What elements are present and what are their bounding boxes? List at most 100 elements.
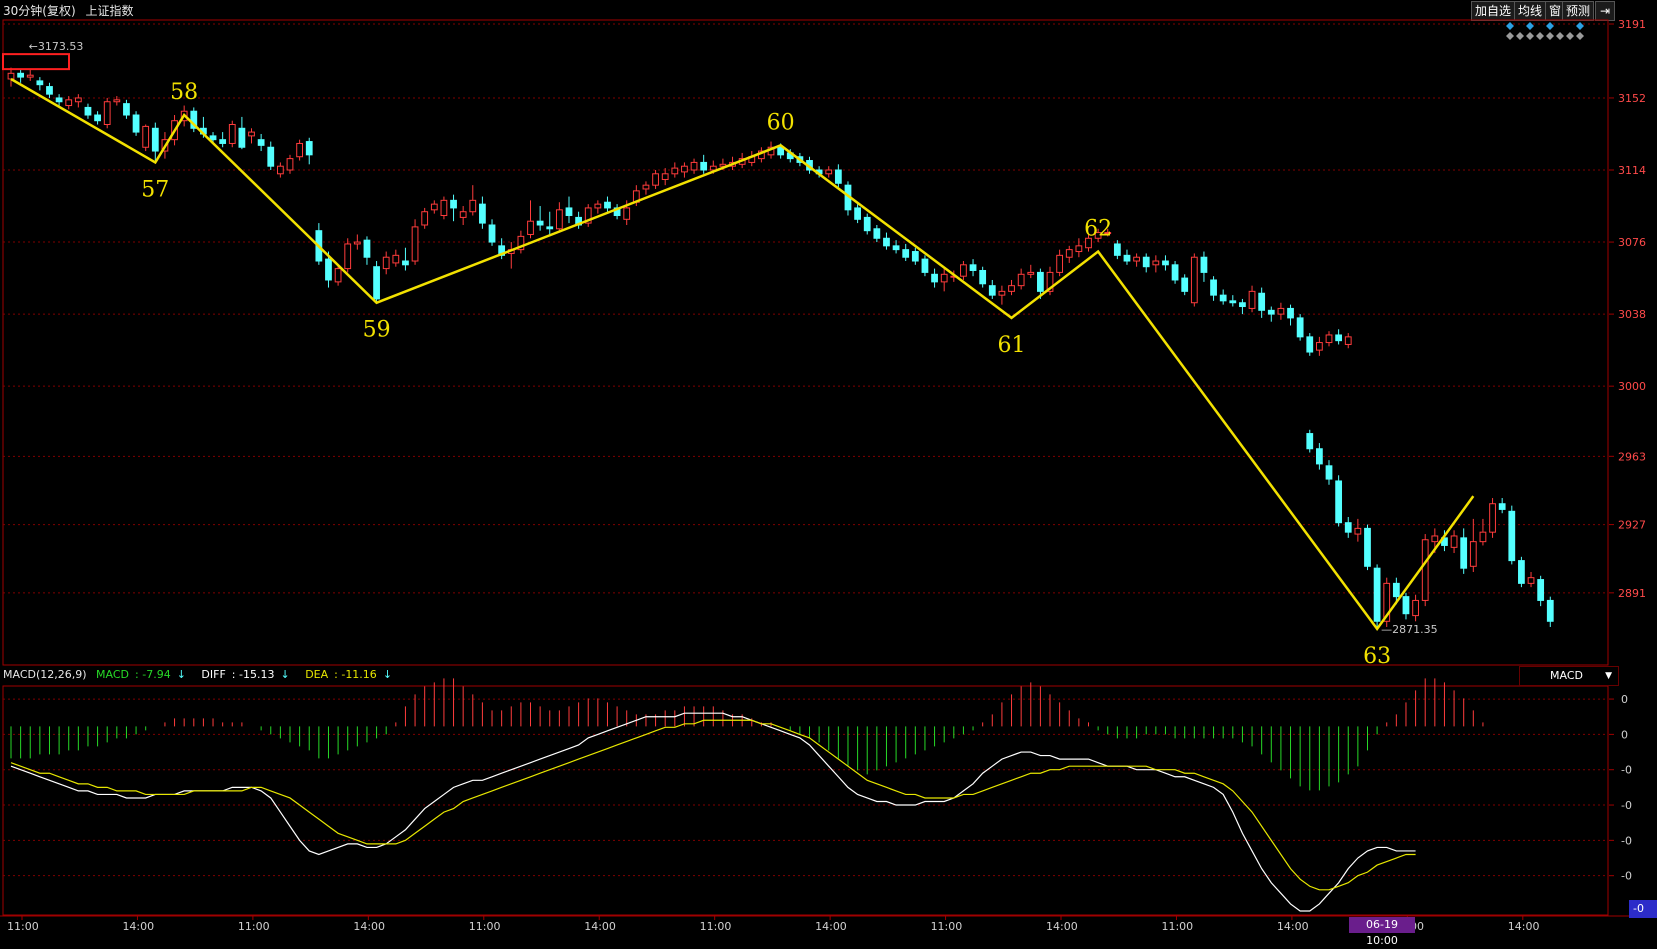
candle-body[interactable]	[84, 106, 92, 116]
candle-body[interactable]	[623, 207, 631, 220]
candle-body[interactable]	[363, 239, 371, 258]
candle-body[interactable]	[1537, 579, 1545, 601]
candle-body[interactable]	[700, 161, 708, 171]
candle-body[interactable]	[1315, 342, 1323, 351]
candle-body[interactable]	[1344, 522, 1352, 533]
candle-body[interactable]	[555, 209, 563, 230]
candle-body[interactable]	[267, 146, 275, 167]
candle-body[interactable]	[459, 211, 467, 218]
candle-body[interactable]	[1065, 249, 1073, 258]
candle-body[interactable]	[1277, 307, 1285, 315]
candle-body[interactable]	[1431, 535, 1439, 543]
candle-body[interactable]	[931, 273, 938, 283]
candle-body[interactable]	[296, 142, 304, 158]
candle-body[interactable]	[1152, 260, 1160, 266]
candle-body[interactable]	[46, 86, 53, 95]
candle-body[interactable]	[1335, 480, 1343, 524]
candle-body[interactable]	[681, 165, 688, 173]
candle-body[interactable]	[1518, 560, 1525, 584]
candle-body[interactable]	[1315, 448, 1323, 465]
candle-body[interactable]	[1200, 256, 1208, 273]
candle-body[interactable]	[1008, 285, 1015, 292]
candle-body[interactable]	[276, 165, 284, 175]
candle-body[interactable]	[65, 99, 73, 107]
candle-body[interactable]	[979, 269, 987, 285]
candle-body[interactable]	[209, 135, 217, 141]
candle-body[interactable]	[344, 243, 352, 270]
candle-body[interactable]	[26, 74, 34, 78]
candle-body[interactable]	[325, 258, 332, 281]
candle-body[interactable]	[1162, 260, 1169, 266]
candle-body[interactable]	[921, 258, 929, 273]
candle-body[interactable]	[1421, 539, 1429, 601]
candle-body[interactable]	[883, 237, 890, 247]
candle-body[interactable]	[834, 169, 842, 184]
candle-body[interactable]	[642, 184, 650, 190]
candle-body[interactable]	[440, 199, 448, 217]
candle-body[interactable]	[238, 127, 246, 148]
candle-body[interactable]	[1469, 541, 1477, 567]
candle-body[interactable]	[1508, 510, 1516, 562]
indicator-select[interactable]: MACD ▼	[1519, 666, 1619, 686]
candle-body[interactable]	[902, 249, 910, 258]
candle-body[interactable]	[1325, 334, 1333, 344]
candle-body[interactable]	[1142, 256, 1150, 268]
candle-body[interactable]	[1402, 596, 1410, 615]
candle-body[interactable]	[488, 224, 496, 243]
candle-body[interactable]	[411, 226, 419, 262]
candle-body[interactable]	[1190, 256, 1198, 304]
candle-body[interactable]	[1335, 334, 1343, 342]
candle-body[interactable]	[1248, 290, 1256, 309]
candle-body[interactable]	[103, 101, 111, 125]
candle-body[interactable]	[113, 99, 121, 103]
candle-body[interactable]	[430, 203, 438, 211]
candle-body[interactable]	[546, 226, 554, 230]
candle-body[interactable]	[421, 211, 429, 226]
candle-body[interactable]	[392, 254, 400, 264]
candle-body[interactable]	[334, 268, 342, 283]
candle-body[interactable]	[1123, 254, 1131, 262]
candle-body[interactable]	[998, 290, 1006, 296]
candle-body[interactable]	[219, 139, 227, 144]
candle-body[interactable]	[1133, 256, 1140, 262]
candle-body[interactable]	[709, 165, 717, 171]
candle-body[interactable]	[1306, 433, 1314, 450]
candle-body[interactable]	[248, 131, 255, 137]
candle-body[interactable]	[1017, 273, 1025, 287]
candle-body[interactable]	[1171, 264, 1179, 281]
candle-body[interactable]	[257, 139, 265, 146]
candle-body[interactable]	[1325, 465, 1333, 480]
candle-body[interactable]	[854, 207, 861, 220]
candle-body[interactable]	[132, 114, 140, 133]
candle-body[interactable]	[469, 199, 477, 213]
candle-body[interactable]	[825, 169, 833, 175]
candle-body[interactable]	[536, 220, 544, 226]
candle-body[interactable]	[1296, 317, 1304, 338]
candle-body[interactable]	[1306, 336, 1314, 353]
candle-body[interactable]	[1546, 599, 1554, 622]
candle-body[interactable]	[1412, 599, 1419, 617]
candle-body[interactable]	[286, 158, 294, 171]
candle-body[interactable]	[382, 256, 390, 270]
candle-body[interactable]	[17, 72, 25, 78]
candle-body[interactable]	[1364, 527, 1371, 567]
candle-body[interactable]	[1392, 582, 1400, 598]
candle-body[interactable]	[671, 167, 679, 175]
candle-body[interactable]	[661, 173, 669, 180]
candle-body[interactable]	[1229, 300, 1237, 304]
candle-body[interactable]	[94, 114, 101, 122]
candle-body[interactable]	[969, 264, 977, 271]
candle-body[interactable]	[911, 251, 919, 262]
candle-body[interactable]	[604, 201, 611, 209]
candle-body[interactable]	[1479, 531, 1487, 543]
candle-body[interactable]	[1527, 577, 1535, 584]
candle-body[interactable]	[1181, 277, 1189, 292]
candle-body[interactable]	[142, 125, 150, 148]
candle-body[interactable]	[123, 103, 130, 116]
candle-body[interactable]	[1287, 307, 1294, 319]
candle-body[interactable]	[1354, 527, 1362, 535]
candle-body[interactable]	[479, 203, 486, 224]
candle-body[interactable]	[1075, 245, 1083, 253]
candle-body[interactable]	[594, 203, 602, 209]
candle-body[interactable]	[55, 97, 63, 103]
